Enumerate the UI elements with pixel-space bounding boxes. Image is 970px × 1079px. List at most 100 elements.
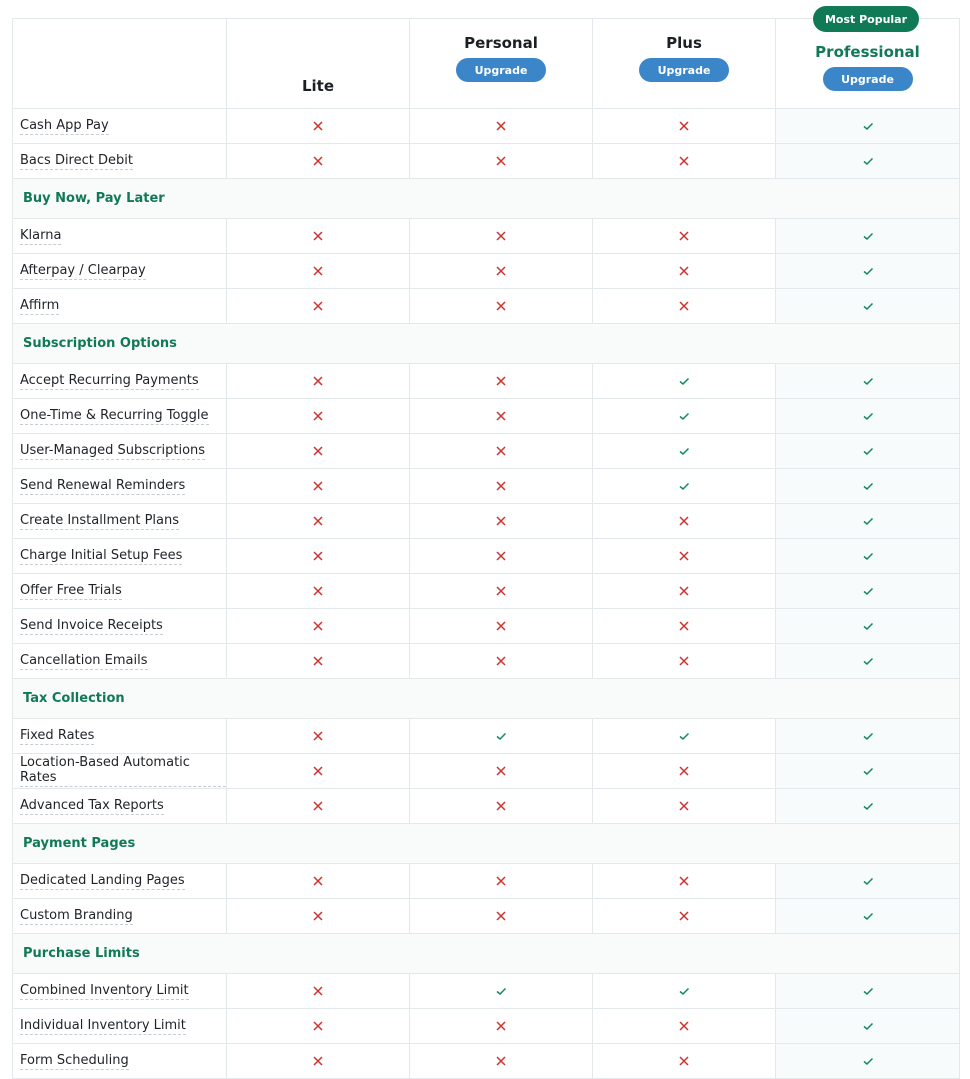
- plan-name-personal: Personal: [464, 34, 538, 52]
- cross-icon: [678, 620, 690, 632]
- feature-name-cell: Offer Free Trials: [13, 574, 227, 608]
- plan-name-lite: Lite: [301, 77, 335, 95]
- availability-cell-lite: [227, 789, 410, 823]
- feature-row: Afterpay / Clearpay: [13, 254, 959, 289]
- feature-label[interactable]: Cancellation Emails: [20, 653, 148, 670]
- cross-icon: [495, 585, 507, 597]
- cross-icon: [495, 765, 507, 777]
- section-title: Payment Pages: [23, 836, 136, 851]
- cross-icon: [495, 910, 507, 922]
- feature-label[interactable]: Dedicated Landing Pages: [20, 873, 185, 890]
- feature-label[interactable]: Affirm: [20, 298, 60, 315]
- feature-label[interactable]: Combined Inventory Limit: [20, 983, 189, 1000]
- cross-icon: [312, 515, 324, 527]
- feature-name-cell: Location-Based Automatic Rates: [13, 754, 227, 788]
- feature-label[interactable]: Send Renewal Reminders: [20, 478, 186, 495]
- feature-label[interactable]: Form Scheduling: [20, 1053, 129, 1070]
- cross-icon: [678, 585, 690, 597]
- section-header: Buy Now, Pay Later: [13, 179, 959, 219]
- feature-name-cell: Fixed Rates: [13, 719, 227, 753]
- upgrade-plus-button[interactable]: Upgrade: [639, 58, 729, 82]
- feature-row: Bacs Direct Debit: [13, 144, 959, 179]
- availability-cell-professional: [776, 364, 959, 398]
- feature-name-cell: Send Invoice Receipts: [13, 609, 227, 643]
- availability-cell-lite: [227, 754, 410, 788]
- availability-cell-professional: [776, 574, 959, 608]
- availability-cell-personal: [410, 399, 593, 433]
- feature-row: Klarna: [13, 219, 959, 254]
- feature-label[interactable]: Afterpay / Clearpay: [20, 263, 146, 280]
- feature-row: Advanced Tax Reports: [13, 789, 959, 824]
- availability-cell-plus: [593, 434, 776, 468]
- cross-icon: [312, 910, 324, 922]
- check-icon: [678, 730, 690, 742]
- availability-cell-personal: [410, 469, 593, 503]
- cross-icon: [312, 410, 324, 422]
- feature-name-cell: Create Installment Plans: [13, 504, 227, 538]
- section-title: Subscription Options: [23, 336, 177, 351]
- availability-cell-professional: [776, 504, 959, 538]
- feature-row: Create Installment Plans: [13, 504, 959, 539]
- cross-icon: [495, 800, 507, 812]
- availability-cell-personal: [410, 144, 593, 178]
- cross-icon: [312, 120, 324, 132]
- feature-label[interactable]: Offer Free Trials: [20, 583, 122, 600]
- check-icon: [862, 120, 874, 132]
- cross-icon: [312, 230, 324, 242]
- availability-cell-lite: [227, 109, 410, 143]
- availability-cell-personal: [410, 644, 593, 678]
- availability-cell-plus: [593, 864, 776, 898]
- cross-icon: [495, 480, 507, 492]
- check-icon: [862, 1020, 874, 1032]
- feature-label[interactable]: Charge Initial Setup Fees: [20, 548, 183, 565]
- section-title: Purchase Limits: [23, 946, 140, 961]
- cross-icon: [312, 875, 324, 887]
- availability-cell-plus: [593, 144, 776, 178]
- feature-label[interactable]: Advanced Tax Reports: [20, 798, 164, 815]
- cross-icon: [495, 515, 507, 527]
- feature-label[interactable]: Custom Branding: [20, 908, 133, 925]
- cross-icon: [495, 620, 507, 632]
- feature-name-cell: Affirm: [13, 289, 227, 323]
- availability-cell-lite: [227, 504, 410, 538]
- feature-label[interactable]: Klarna: [20, 228, 62, 245]
- check-icon: [862, 655, 874, 667]
- availability-cell-plus: [593, 719, 776, 753]
- cross-icon: [312, 265, 324, 277]
- availability-cell-lite: [227, 539, 410, 573]
- feature-label[interactable]: Cash App Pay: [20, 118, 109, 135]
- availability-cell-plus: [593, 1009, 776, 1043]
- feature-label[interactable]: Send Invoice Receipts: [20, 618, 163, 635]
- availability-cell-lite: [227, 719, 410, 753]
- availability-cell-plus: [593, 539, 776, 573]
- feature-label[interactable]: Accept Recurring Payments: [20, 373, 199, 390]
- feature-label[interactable]: Individual Inventory Limit: [20, 1018, 186, 1035]
- plan-name-plus: Plus: [666, 34, 702, 52]
- feature-label[interactable]: Fixed Rates: [20, 728, 95, 745]
- availability-cell-lite: [227, 469, 410, 503]
- cross-icon: [312, 1055, 324, 1067]
- check-icon: [678, 445, 690, 457]
- feature-label[interactable]: Create Installment Plans: [20, 513, 180, 530]
- check-icon: [862, 875, 874, 887]
- feature-label[interactable]: Location-Based Automatic Rates: [20, 755, 226, 787]
- upgrade-personal-button[interactable]: Upgrade: [456, 58, 546, 82]
- availability-cell-professional: [776, 109, 959, 143]
- check-icon: [862, 985, 874, 997]
- check-icon: [862, 265, 874, 277]
- availability-cell-personal: [410, 754, 593, 788]
- cross-icon: [678, 550, 690, 562]
- feature-row: Dedicated Landing Pages: [13, 864, 959, 899]
- check-icon: [862, 620, 874, 632]
- feature-label[interactable]: User-Managed Subscriptions: [20, 443, 206, 460]
- availability-cell-lite: [227, 144, 410, 178]
- availability-cell-plus: [593, 504, 776, 538]
- cross-icon: [678, 515, 690, 527]
- feature-name-cell: Send Renewal Reminders: [13, 469, 227, 503]
- feature-label[interactable]: One-Time & Recurring Toggle: [20, 408, 209, 425]
- feature-row: Accept Recurring Payments: [13, 364, 959, 399]
- feature-label[interactable]: Bacs Direct Debit: [20, 153, 133, 170]
- upgrade-professional-button[interactable]: Upgrade: [822, 67, 913, 91]
- section-header: Purchase Limits: [13, 934, 959, 974]
- check-icon: [862, 155, 874, 167]
